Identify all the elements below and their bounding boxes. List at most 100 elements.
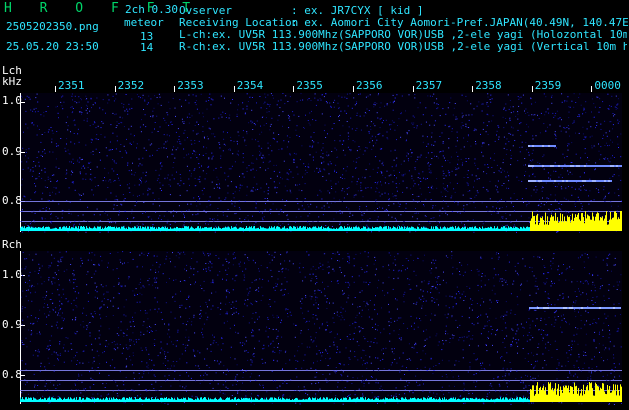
- noise-dot: [208, 268, 210, 270]
- noise-dot: [49, 311, 51, 313]
- noise-dot: [369, 345, 371, 347]
- noise-dot: [425, 329, 427, 331]
- noise-dot: [244, 200, 246, 202]
- noise-dot: [254, 347, 255, 349]
- noise-dot: [316, 278, 318, 279]
- noise-dot: [40, 362, 42, 364]
- noise-dot: [203, 374, 205, 376]
- noise-dot: [396, 157, 398, 159]
- noise-dot: [472, 300, 474, 301]
- noise-dot: [459, 274, 461, 276]
- noise-dot: [116, 174, 118, 175]
- noise-dot: [203, 268, 204, 270]
- noise-dot: [342, 308, 344, 310]
- noise-dot: [288, 169, 290, 171]
- noise-dot: [41, 169, 43, 171]
- noise-dot: [618, 167, 620, 169]
- noise-dot: [146, 362, 148, 364]
- noise-dot: [415, 342, 417, 344]
- noise-dot: [608, 254, 609, 256]
- noise-dot: [214, 136, 216, 138]
- noise-dot: [596, 125, 598, 126]
- noise-dot: [312, 221, 314, 223]
- noise-dot: [487, 96, 489, 98]
- noise-dot: [408, 382, 410, 384]
- noise-dot: [354, 356, 356, 358]
- noise-dot: [171, 153, 173, 155]
- noise-dot: [149, 155, 151, 157]
- noise-dot: [234, 257, 236, 259]
- noise-dot: [553, 182, 555, 184]
- noise-dot: [361, 309, 363, 311]
- noise-dot: [617, 143, 619, 145]
- noise-dot: [564, 157, 565, 159]
- noise-dot: [139, 126, 141, 128]
- noise-dot: [436, 288, 438, 290]
- noise-dot: [260, 152, 262, 154]
- noise-dot: [476, 190, 478, 192]
- noise-dot: [599, 107, 601, 108]
- noise-dot: [504, 375, 506, 377]
- noise-dot: [520, 289, 521, 291]
- noise-dot: [186, 165, 188, 167]
- noise-dot: [33, 373, 35, 375]
- noise-dot: [490, 325, 492, 327]
- noise-dot: [170, 311, 172, 313]
- noise-dot: [252, 312, 254, 314]
- noise-dot: [51, 292, 53, 294]
- noise-dot: [55, 193, 57, 195]
- noise-dot: [302, 312, 303, 314]
- noise-dot: [362, 328, 364, 329]
- noise-dot: [362, 219, 364, 221]
- noise-dot: [22, 198, 24, 200]
- noise-dot: [42, 192, 44, 194]
- noise-dot: [143, 147, 145, 149]
- noise-dot: [468, 344, 470, 346]
- noise-dot: [416, 301, 418, 303]
- noise-dot: [531, 103, 533, 105]
- noise-dot: [363, 380, 365, 382]
- noise-dot: [93, 273, 95, 275]
- noise-dot: [322, 351, 324, 353]
- noise-dot: [581, 205, 583, 207]
- noise-dot: [157, 390, 159, 391]
- noise-dot: [385, 119, 387, 121]
- noise-dot: [554, 115, 556, 117]
- noise-dot: [348, 364, 350, 365]
- noise-dot: [528, 217, 530, 219]
- noise-dot: [336, 333, 338, 335]
- noise-dot: [44, 218, 46, 220]
- noise-dot: [610, 157, 612, 159]
- noise-dot: [376, 183, 378, 185]
- noise-dot: [71, 95, 73, 97]
- noise-dot: [200, 309, 202, 311]
- noise-dot: [426, 145, 428, 147]
- noise-dot: [140, 334, 142, 336]
- noise-dot: [175, 293, 177, 295]
- noise-dot: [222, 278, 223, 280]
- noise-dot: [208, 200, 210, 202]
- noise-dot: [417, 201, 419, 203]
- noise-dot: [330, 202, 332, 204]
- noise-dot: [227, 253, 229, 255]
- noise-dot: [264, 157, 266, 159]
- noise-dot: [417, 212, 419, 214]
- noise-dot: [74, 383, 76, 385]
- noise-dot: [505, 143, 507, 145]
- noise-dot: [208, 263, 209, 264]
- noise-dot: [341, 379, 343, 381]
- noise-dot: [534, 377, 536, 379]
- noise-dot: [608, 348, 610, 350]
- noise-dot: [620, 346, 622, 348]
- noise-dot: [85, 144, 87, 146]
- noise-dot: [214, 231, 216, 233]
- noise-dot: [489, 384, 491, 386]
- noise-dot: [279, 171, 281, 173]
- noise-dot: [21, 340, 23, 342]
- noise-dot: [512, 145, 514, 147]
- noise-dot: [206, 303, 208, 305]
- noise-dot: [548, 198, 550, 200]
- noise-dot: [142, 213, 144, 214]
- noise-dot: [564, 100, 566, 102]
- noise-dot: [456, 131, 458, 133]
